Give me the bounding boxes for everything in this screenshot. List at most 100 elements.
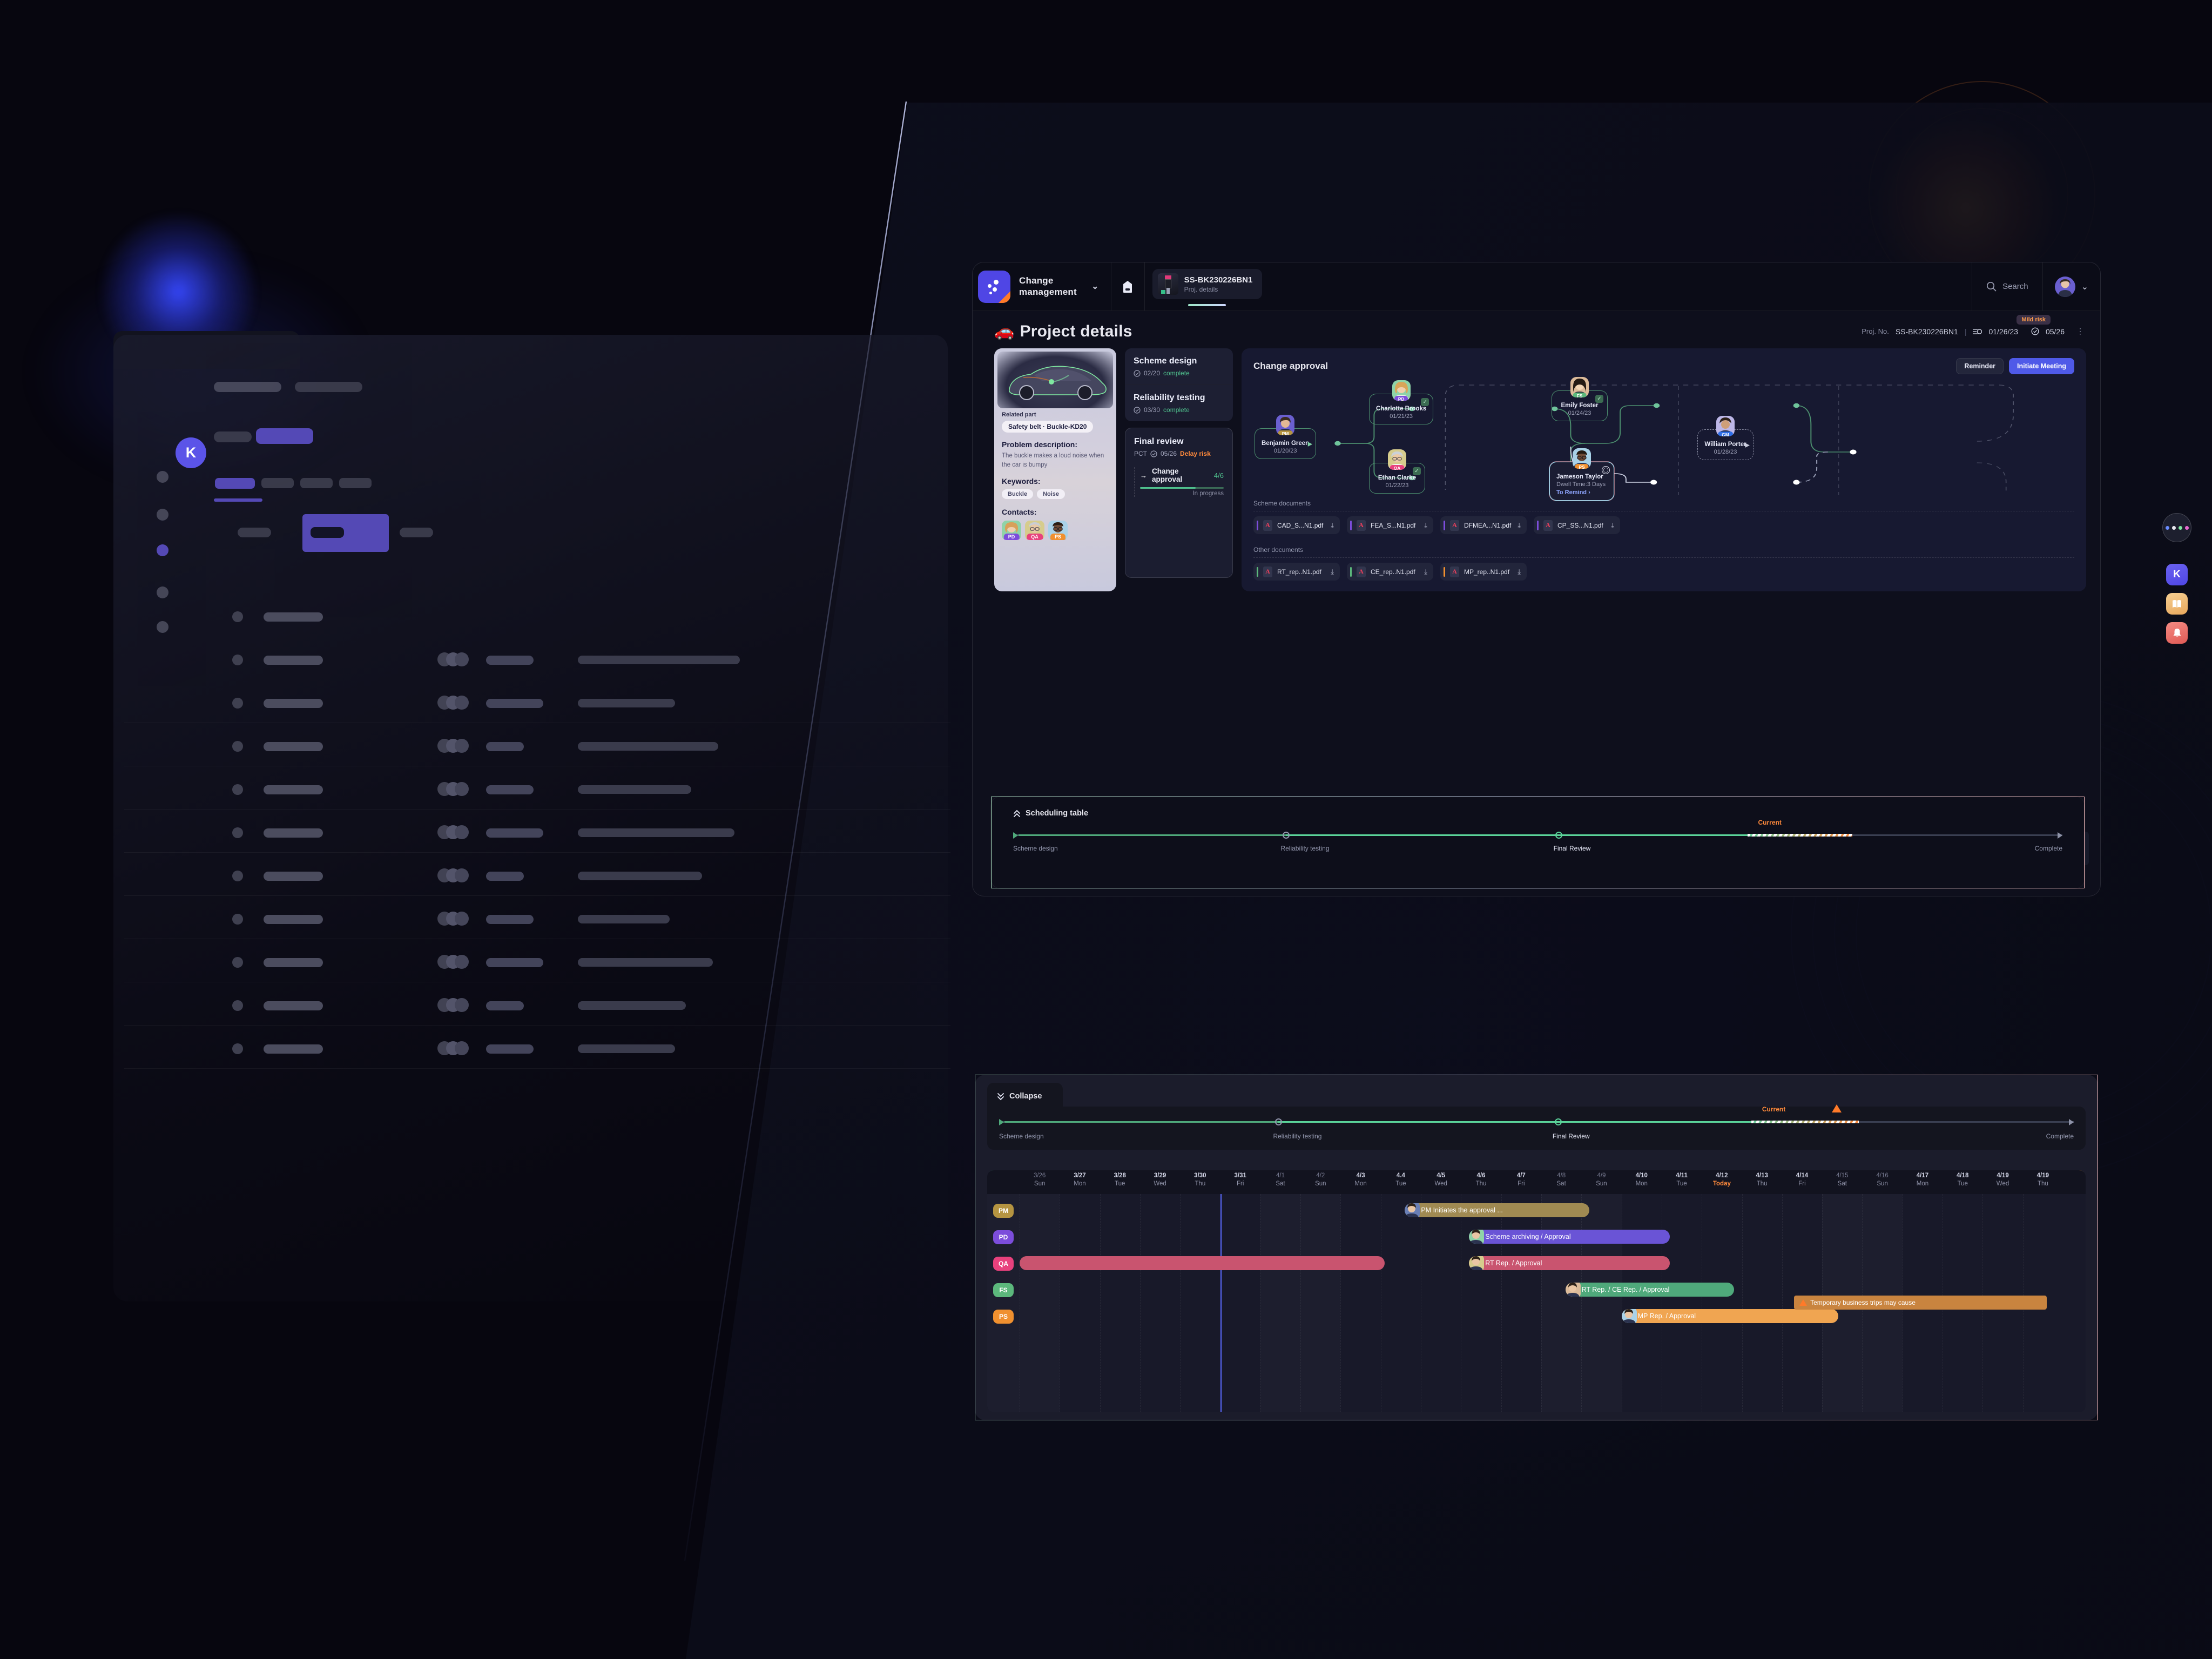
lane-role-chip[interactable]: PM (993, 1204, 1014, 1218)
document-chip[interactable]: CE_rep..N1.pdf ⤓ (1347, 563, 1433, 581)
avatar (1405, 1203, 1420, 1217)
reminder-button[interactable]: Reminder (1956, 358, 2004, 374)
stage-progress-track[interactable]: Current (999, 1104, 2074, 1128)
task-title: Reliability testing (1134, 393, 1205, 402)
page-header: 🚗 Project details Mild risk Proj. No. SS… (973, 311, 2100, 341)
book-icon[interactable] (2166, 593, 2188, 615)
download-icon[interactable]: ⤓ (1518, 521, 1521, 530)
lane-role-chip[interactable]: PD (993, 1230, 1014, 1244)
schedule-icon (1973, 328, 1982, 334)
stage-label: Reliability testing (1273, 1132, 1322, 1140)
search-input[interactable]: Search (1972, 262, 2042, 311)
lane-role-chip[interactable]: QA (993, 1257, 1014, 1271)
pdf-icon (1450, 520, 1459, 531)
gantt-bar-label: RT Rep. / CE Rep. / Approval (1581, 1286, 1670, 1293)
calendar-date: 3/29 (1154, 1172, 1166, 1179)
warning-icon (1799, 1299, 1808, 1306)
document-chip[interactable]: FEA_S...N1.pdf ⤓ (1347, 516, 1433, 534)
approval-node-emily-foster[interactable]: FS Emily Foster 01/24/23 ✓ (1552, 377, 1608, 421)
approval-node-william-porter[interactable]: GM William Porter 01/28/23 ▶ (1697, 416, 1754, 460)
gantt-bar[interactable]: RT Rep. / CE Rep. / Approval (1565, 1283, 1734, 1297)
bell-icon[interactable] (2166, 622, 2188, 644)
more-menu-icon[interactable]: ⋮ (2076, 327, 2084, 336)
to-remind-link[interactable]: To Remind › (1556, 489, 1607, 496)
car-illustration-icon (1008, 366, 1107, 400)
download-icon[interactable]: ⤓ (1331, 521, 1334, 530)
lane-role-chip[interactable]: PS (993, 1310, 1014, 1324)
task-card-reliability-testing[interactable]: Reliability testing 03/30 complete (1125, 385, 1233, 421)
calendar-date: 4/7 (1516, 1172, 1526, 1179)
calendar-day-cell: 3/26 Sun (1027, 1172, 1052, 1187)
tab-project-details[interactable]: SS-BK230226BN1 Proj. details (1152, 269, 1263, 299)
approval-node-benjamin-green[interactable]: PM Benjamin Green 01/20/23 ▶ (1255, 415, 1317, 459)
avatar (1469, 1256, 1485, 1270)
document-chip[interactable]: CAD_S...N1.pdf ⤓ (1253, 516, 1340, 534)
documents-nav-icon[interactable] (1111, 262, 1145, 311)
task-card-final-review[interactable]: Final review PCT 05/26 Delay risk → Chan… (1125, 428, 1233, 578)
calendar-weekday: Mon (1354, 1181, 1367, 1187)
user-menu[interactable]: ⌄ (2042, 262, 2100, 311)
documents-section: Scheme documents CAD_S...N1.pdf ⤓ FEA_S..… (1253, 500, 2074, 581)
contact-role-tag: PD (1003, 534, 1020, 541)
download-icon[interactable]: ⤓ (1518, 568, 1521, 576)
task-status-row: 02/20 complete (1134, 369, 1224, 377)
task-status: complete (1163, 406, 1190, 414)
role-tag: PM (1278, 430, 1293, 435)
gantt-bar[interactable] (1020, 1256, 1385, 1270)
calendar-date: 4/1 (1276, 1172, 1285, 1179)
check-circle-icon (1134, 369, 1141, 377)
collapse-button[interactable]: Collapse (987, 1083, 1063, 1110)
calendar-weekday: Thu (2037, 1181, 2048, 1187)
subtask-state: In progress (1192, 490, 1224, 497)
approval-node-ethan-clarke[interactable]: QA Ethan Clarke 01/22/23 ✓ (1369, 449, 1425, 494)
approval-flow-canvas: PM Benjamin Green 01/20/23 ▶ PD Charlott… (1242, 376, 2086, 501)
more-dots-icon[interactable] (2162, 513, 2191, 542)
task-card-scheme-design[interactable]: Scheme design 02/20 complete (1125, 348, 1233, 385)
avatar[interactable]: PS (1048, 521, 1068, 541)
approval-node-jameson-taylor[interactable]: PS Jameson Taylor Dwell Time:3 Days To R… (1549, 448, 1614, 501)
app-brand[interactable] (973, 262, 1016, 311)
scheduling-table-header[interactable]: Scheduling table (1013, 809, 2062, 818)
calendar-day-cell: 4.4 Tue (1388, 1172, 1413, 1187)
avatar[interactable]: QA (1025, 521, 1044, 541)
gantt-bar[interactable]: RT Rep. / Approval (1469, 1256, 1670, 1270)
calendar-day-cell: 4/6 Thu (1469, 1172, 1494, 1187)
play-icon: ▶ (1307, 441, 1313, 447)
document-chip[interactable]: MP_rep..N1.pdf ⤓ (1440, 563, 1527, 581)
download-icon[interactable]: ⤓ (1424, 521, 1427, 530)
gantt-bar[interactable]: Scheme archiving / Approval (1469, 1230, 1670, 1244)
grid-line (1501, 1194, 1502, 1412)
keyword-chip[interactable]: Buckle (1002, 489, 1034, 500)
gantt-bar[interactable]: MP Rep. / Approval (1621, 1309, 1838, 1323)
download-icon[interactable]: ⤓ (1331, 568, 1334, 576)
gantt-note[interactable]: Temporary business trips may cause (1794, 1296, 2047, 1310)
avatar[interactable]: PD (1002, 521, 1021, 541)
document-chip[interactable]: RT_rep..N1.pdf ⤓ (1253, 563, 1340, 581)
related-part-label: Related part (1002, 412, 1036, 418)
subtask-change-approval[interactable]: → Change approval 4/6 In progress (1134, 467, 1224, 497)
related-part-value: Safety belt · Buckle-KD20 (1002, 421, 1094, 433)
document-chip[interactable]: CP_SS...N1.pdf ⤓ (1534, 516, 1620, 534)
workspace-switcher[interactable]: Change management ⌄ (1016, 262, 1111, 311)
current-label: Current (1758, 819, 1782, 826)
task-status: Delay risk (1180, 450, 1211, 457)
ghost-row (232, 594, 950, 637)
download-icon[interactable]: ⤓ (1611, 521, 1614, 530)
pdf-icon (1357, 566, 1366, 577)
lane-role-chip[interactable]: FS (993, 1283, 1014, 1297)
document-chip[interactable]: DFMEA...N1.pdf ⤓ (1440, 516, 1527, 534)
calendar-day-cell: 4/14 Fri (1790, 1172, 1815, 1187)
initiate-meeting-button[interactable]: Initiate Meeting (2009, 358, 2074, 374)
approval-node-charlotte-brooks[interactable]: PD Charlotte Brooks 01/21/23 ✓ (1369, 380, 1434, 424)
keyword-chip[interactable]: Noise (1037, 489, 1065, 500)
play-icon: ▶ (1745, 442, 1750, 448)
calendar-date: 4/19 (2036, 1172, 2049, 1179)
brand-k-icon[interactable]: K (2166, 564, 2188, 585)
problem-heading: Problem description: (1002, 440, 1078, 449)
stage-progress-track[interactable]: Current (1013, 819, 2062, 841)
avatar: GM (1716, 416, 1735, 436)
weekend-band (1260, 1194, 1300, 1412)
download-icon[interactable]: ⤓ (1424, 568, 1427, 576)
gantt-bar[interactable]: PM Initiates the approval ... (1405, 1203, 1590, 1217)
grid-line (1180, 1194, 1181, 1412)
